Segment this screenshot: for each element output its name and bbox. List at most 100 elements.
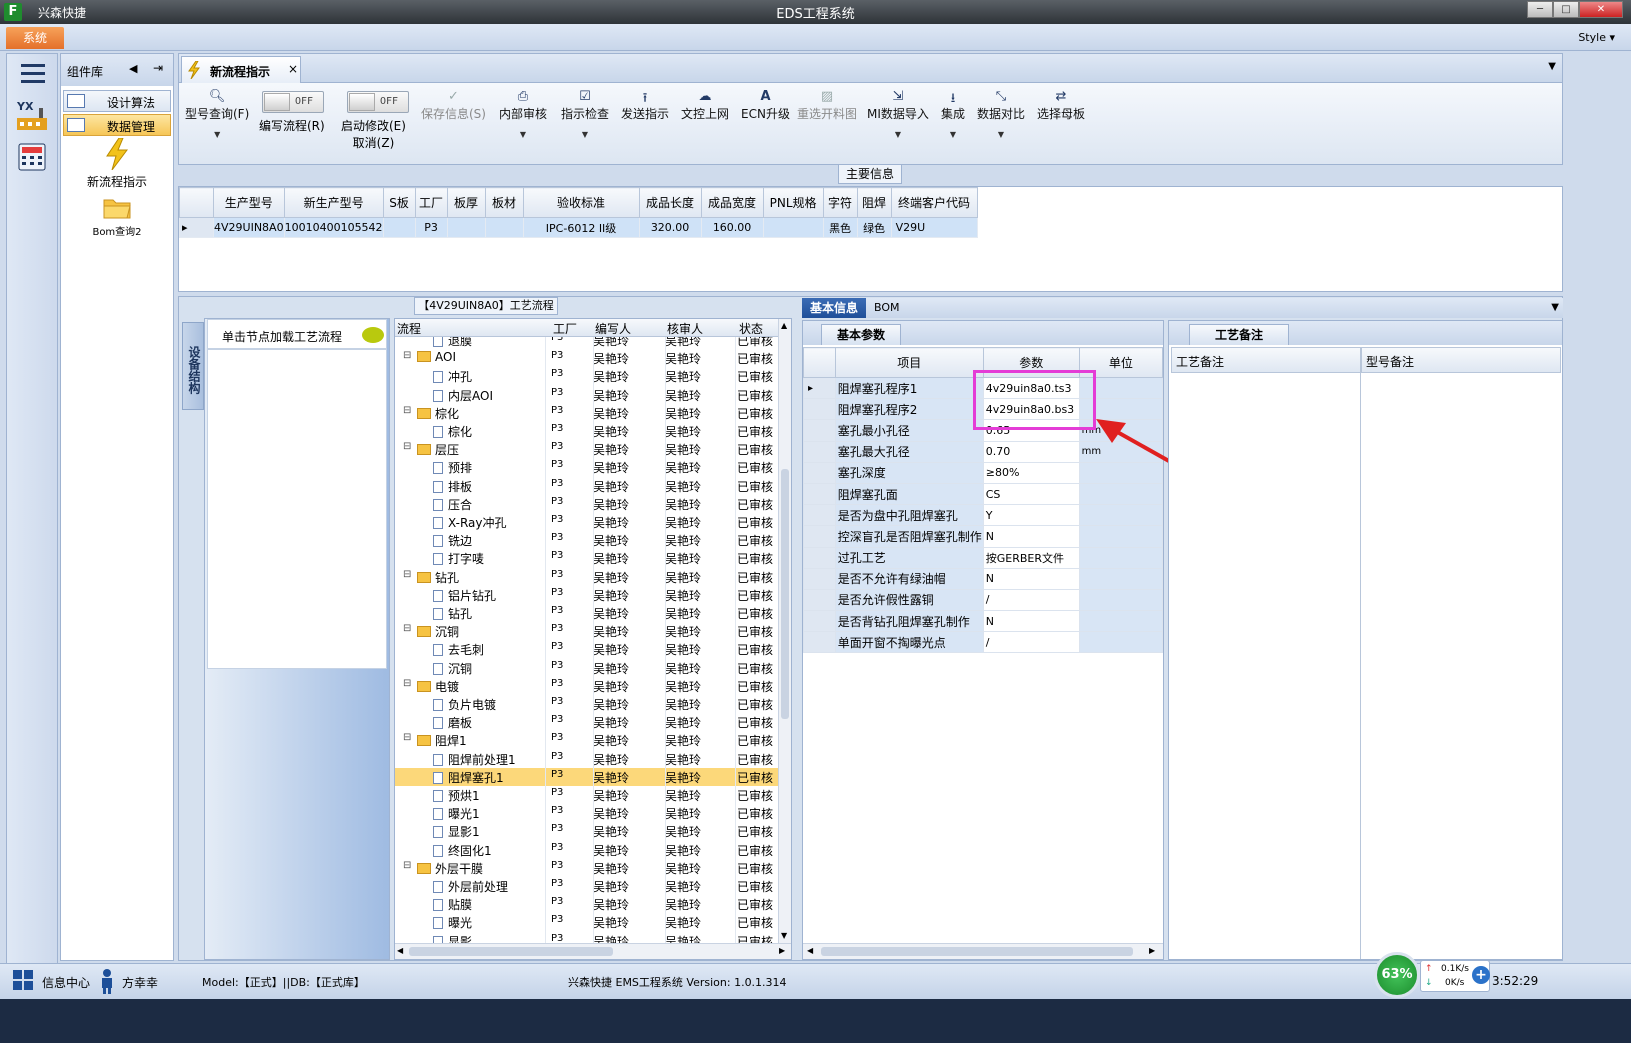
row-selector[interactable] xyxy=(803,546,836,569)
component-new-flow[interactable]: 新流程指示 xyxy=(63,137,171,190)
table-cell[interactable] xyxy=(382,217,416,238)
column-header[interactable]: 工厂 xyxy=(414,187,448,218)
maximize-button[interactable]: □ xyxy=(1553,1,1579,18)
component-item-design-algorithm[interactable]: 设计算法 xyxy=(63,90,171,112)
column-header[interactable]: 成品长度 xyxy=(638,187,702,218)
column-header-item[interactable]: 项目 xyxy=(834,347,984,378)
scroll-right-icon[interactable]: ▶ xyxy=(779,946,785,955)
tree-leaf-row[interactable]: 压合 P3 吴艳玲 吴艳玲 已审核 xyxy=(395,495,778,513)
tree-leaf-row[interactable]: 铝片钻孔 P3 吴艳玲 吴艳玲 已审核 xyxy=(395,586,778,604)
tree-leaf-row[interactable]: 磨板 P3 吴艳玲 吴艳玲 已审核 xyxy=(395,713,778,731)
side-tab-equipment[interactable]: 设备结构 xyxy=(182,322,204,410)
select-mother-board-button[interactable]: ⇄ 选择母板 xyxy=(1037,89,1085,122)
scroll-thumb[interactable] xyxy=(409,947,613,956)
collapse-toggle-icon[interactable]: ⊟ xyxy=(403,732,411,743)
collapse-left-icon[interactable]: ◀ xyxy=(129,62,137,75)
tree-leaf-row[interactable]: 阻焊塞孔1 P3 吴艳玲 吴艳玲 已审核 xyxy=(395,767,778,786)
tree-vertical-scrollbar[interactable]: ▲ ▼ xyxy=(778,319,791,943)
row-selector[interactable] xyxy=(803,482,836,506)
tab-new-flow[interactable]: 新流程指示 × xyxy=(181,56,301,84)
param-value-cell[interactable]: ≥80% xyxy=(982,461,1080,484)
tree-leaf-row[interactable]: 预烘1 P3 吴艳玲 吴艳玲 已审核 xyxy=(395,786,778,804)
collapse-toggle-icon[interactable]: ⊟ xyxy=(403,405,411,416)
param-value-cell[interactable]: 按GERBER文件 xyxy=(982,546,1080,569)
save-info-button[interactable]: ✓ 保存信息(S) xyxy=(421,89,486,122)
row-selector[interactable] xyxy=(803,525,836,548)
minimize-button[interactable]: ─ xyxy=(1527,1,1553,18)
tree-group-row[interactable]: ⊟ 外层干膜 P3 吴艳玲 吴艳玲 已审核 xyxy=(395,859,778,877)
ecn-upgrade-button[interactable]: A ECN升级 xyxy=(741,89,790,122)
tab-basic-params[interactable]: 基本参数 xyxy=(821,324,901,345)
row-selector[interactable] xyxy=(803,610,836,633)
tree-leaf-row[interactable]: 排板 P3 吴艳玲 吴艳玲 已审核 xyxy=(395,477,778,495)
tree-group-row[interactable]: ⊟ 电镀 P3 吴艳玲 吴艳玲 已审核 xyxy=(395,677,778,695)
row-selector[interactable] xyxy=(803,419,836,442)
tab-basic-info[interactable]: 基本信息 xyxy=(802,298,866,318)
system-menu-tab[interactable]: 系统 xyxy=(6,27,64,49)
table-cell[interactable] xyxy=(484,217,524,238)
table-cell[interactable] xyxy=(446,217,486,238)
internal-review-button[interactable]: ⎙ 内部审核 ▼ xyxy=(499,89,547,139)
model-query-button[interactable]: 🔍︎ 型号查询(F) ▼ xyxy=(185,89,249,139)
tree-leaf-row[interactable]: 曝光 P3 吴艳玲 吴艳玲 已审核 xyxy=(395,913,778,931)
component-bom-query[interactable]: Bom查询2 xyxy=(63,194,171,238)
tab-list-dropdown-icon[interactable]: ▼ xyxy=(1548,61,1556,72)
column-header[interactable]: 新生产型号 xyxy=(283,187,384,218)
table-cell[interactable]: 10010400105542 xyxy=(283,217,384,238)
column-header[interactable]: 字符 xyxy=(822,187,858,218)
tree-leaf-row[interactable]: 退膜 P3 吴艳玲 吴艳玲 已审核 xyxy=(395,337,778,349)
doc-publish-button[interactable]: ☁ 文控上网 xyxy=(681,89,729,122)
close-button[interactable]: ✕ xyxy=(1579,1,1623,18)
table-cell[interactable]: 320.00 xyxy=(638,217,702,238)
start-modify-toggle[interactable]: OFF xyxy=(347,91,409,113)
collapse-toggle-icon[interactable]: ⊟ xyxy=(403,623,411,634)
data-compare-button[interactable]: ⤡ 数据对比 ▼ xyxy=(977,89,1025,139)
column-header[interactable]: 板材 xyxy=(484,187,524,218)
row-selector-icon[interactable]: ▸ xyxy=(179,217,214,238)
hamburger-menu-icon[interactable] xyxy=(21,64,45,88)
cpu-gauge[interactable]: 63% xyxy=(1374,952,1420,998)
row-selector[interactable] xyxy=(803,567,836,590)
reselect-cutting-button[interactable]: ▨ 重选开料图 xyxy=(797,89,857,122)
tree-leaf-row[interactable]: 去毛刺 P3 吴艳玲 吴艳玲 已审核 xyxy=(395,640,778,658)
param-value-cell[interactable]: N xyxy=(982,567,1080,590)
tree-horizontal-scrollbar[interactable]: ◀ ▶ xyxy=(395,943,791,959)
tree-leaf-row[interactable]: 显影 P3 吴艳玲 吴艳玲 已审核 xyxy=(395,932,778,943)
column-header-writer[interactable]: 编写人 xyxy=(595,320,631,337)
tab-close-icon[interactable]: × xyxy=(288,62,298,76)
column-header-status[interactable]: 状态 xyxy=(739,320,763,337)
table-cell[interactable]: P3 xyxy=(414,217,448,238)
tab-process-remarks[interactable]: 工艺备注 xyxy=(1189,324,1289,345)
column-header[interactable]: 成品宽度 xyxy=(700,187,764,218)
scroll-down-icon[interactable]: ▼ xyxy=(781,931,787,940)
tree-leaf-row[interactable]: 内层AOI P3 吴艳玲 吴艳玲 已审核 xyxy=(395,386,778,404)
tree-group-row[interactable]: ⊟ 钻孔 P3 吴艳玲 吴艳玲 已审核 xyxy=(395,568,778,586)
tree-leaf-row[interactable]: 终固化1 P3 吴艳玲 吴艳玲 已审核 xyxy=(395,841,778,859)
scroll-up-icon[interactable]: ▲ xyxy=(781,321,787,330)
tab-list-dropdown-icon[interactable]: ▼ xyxy=(1551,302,1559,313)
tree-leaf-row[interactable]: 阻焊前处理1 P3 吴艳玲 吴艳玲 已审核 xyxy=(395,750,778,768)
param-value-cell[interactable]: / xyxy=(982,631,1080,654)
info-center-link[interactable]: 信息中心 xyxy=(42,974,90,991)
column-header[interactable]: PNL规格 xyxy=(762,187,824,218)
collapse-toggle-icon[interactable]: ⊟ xyxy=(403,678,411,689)
pin-icon[interactable]: ⇥ xyxy=(153,61,163,75)
collapse-toggle-icon[interactable]: ⊟ xyxy=(403,350,411,361)
send-instruction-button[interactable]: ⭱ 发送指示 xyxy=(621,89,669,122)
param-value-cell[interactable]: 0.70 xyxy=(982,440,1080,463)
integration-button[interactable]: ⭳ 集成 ▼ xyxy=(941,89,965,139)
tree-leaf-row[interactable]: 预排 P3 吴艳玲 吴艳玲 已审核 xyxy=(395,458,778,476)
param-value-cell[interactable]: / xyxy=(982,588,1080,612)
collapse-toggle-icon[interactable]: ⊟ xyxy=(403,441,411,452)
row-selector[interactable] xyxy=(803,440,836,463)
table-row[interactable]: ▸ 4V29UIN8A0 10010400105542 P3 IPC-6012 … xyxy=(179,217,978,238)
table-cell[interactable]: V29U xyxy=(890,217,978,238)
column-header[interactable]: 生产型号 xyxy=(213,187,285,218)
write-flow-toggle[interactable]: OFF xyxy=(262,91,324,113)
params-horizontal-scrollbar[interactable]: ◀ ▶ xyxy=(803,943,1163,959)
mi-import-button[interactable]: ⇲ MI数据导入 ▼ xyxy=(867,89,929,139)
table-cell[interactable]: 绿色 xyxy=(856,217,892,238)
instruction-check-button[interactable]: ☑ 指示检查 ▼ xyxy=(561,89,609,139)
tree-leaf-row[interactable]: 贴膜 P3 吴艳玲 吴艳玲 已审核 xyxy=(395,895,778,913)
tree-leaf-row[interactable]: 显影1 P3 吴艳玲 吴艳玲 已审核 xyxy=(395,822,778,840)
